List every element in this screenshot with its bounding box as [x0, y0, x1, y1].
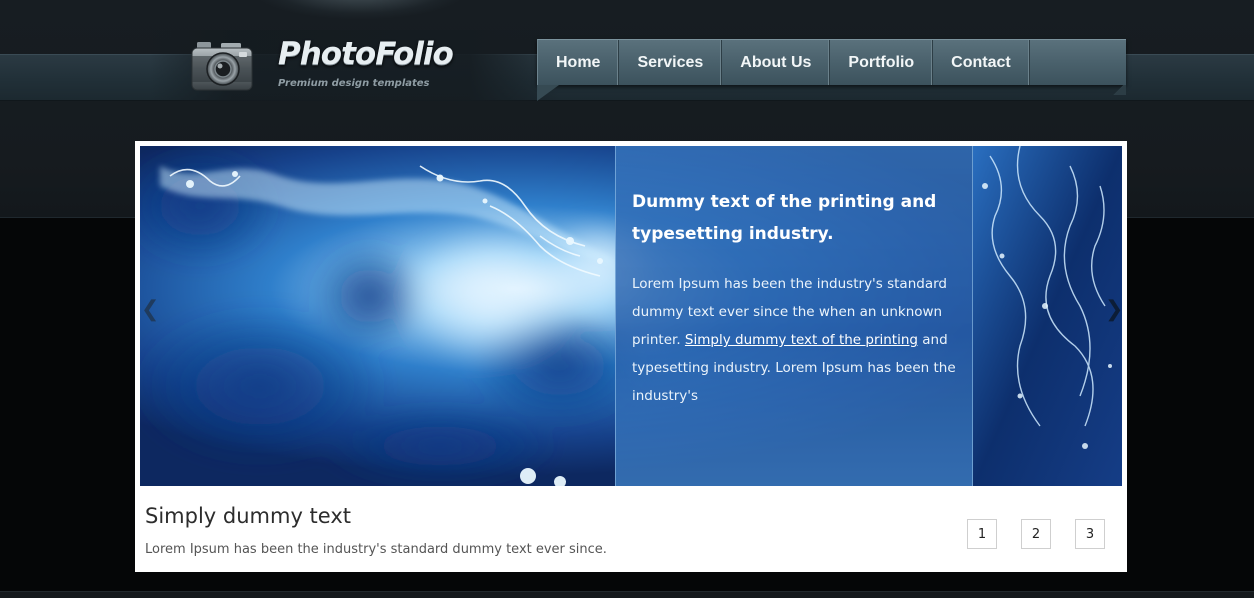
prev-arrow-icon[interactable]: ❮ [141, 296, 159, 324]
main-nav: Home Services About Us Portfolio Contact [537, 39, 1126, 85]
caption-link[interactable]: Simply dummy text of the printing [685, 332, 918, 348]
nav-item-services[interactable]: Services [619, 40, 723, 85]
slide-description: Lorem Ipsum has been the industry's stan… [145, 542, 607, 557]
pager-button-3[interactable]: 3 [1075, 519, 1105, 549]
nav-item-home[interactable]: Home [538, 40, 620, 85]
nav-item-portfolio[interactable]: Portfolio [830, 40, 934, 85]
brand-tagline: Premium design templates [278, 78, 430, 89]
slider: Dummy text of the printing and typesetti… [135, 141, 1127, 572]
caption-title: Dummy text of the printing and typesetti… [632, 192, 937, 244]
camera-icon[interactable] [191, 40, 253, 92]
slide-caption: Dummy text of the printing and typesetti… [615, 146, 973, 486]
page: PhotoFolio Premium design templates Home… [0, 0, 1254, 598]
pager-button-2[interactable]: 2 [1021, 519, 1051, 549]
nav-fold-right [1110, 85, 1126, 95]
slide-image[interactable]: Dummy text of the printing and typesetti… [140, 146, 1122, 486]
brand-name[interactable]: PhotoFolio [278, 36, 454, 72]
caption-body: Lorem Ipsum has been the industry's stan… [632, 270, 967, 410]
pager-button-1[interactable]: 1 [967, 519, 997, 549]
nav-item-contact[interactable]: Contact [933, 40, 1030, 85]
slide-title: Simply dummy text [145, 504, 351, 528]
nav-item-about-us[interactable]: About Us [722, 40, 831, 85]
nav-fold-left [537, 85, 559, 101]
footer-line [0, 591, 1254, 598]
next-arrow-icon[interactable]: ❯ [1105, 296, 1123, 324]
